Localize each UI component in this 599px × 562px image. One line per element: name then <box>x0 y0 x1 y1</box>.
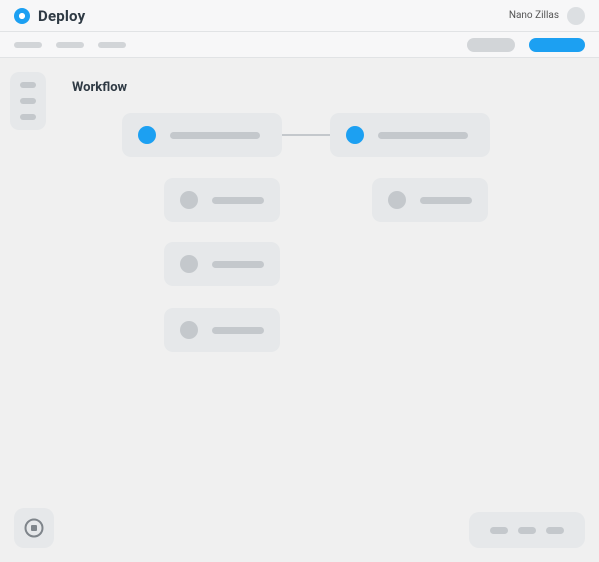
node-label-placeholder <box>420 197 472 204</box>
brand-icon <box>14 8 30 24</box>
node-label-placeholder <box>212 327 264 334</box>
toolbar-item-3[interactable] <box>98 42 126 48</box>
avatar[interactable] <box>567 7 585 25</box>
workflow-node-child-b1[interactable] <box>372 178 488 222</box>
toolbar-left <box>14 42 126 48</box>
node-label-placeholder <box>212 261 264 268</box>
body: Workflow <box>0 58 599 562</box>
node-label-placeholder <box>212 197 264 204</box>
status-dot-icon <box>180 191 198 209</box>
status-dot-icon <box>346 126 364 144</box>
workflow-node-child-a3[interactable] <box>164 308 280 352</box>
workflow-canvas <box>0 58 599 562</box>
node-label-placeholder <box>378 132 468 139</box>
status-dot-icon <box>180 321 198 339</box>
status-dot-icon <box>138 126 156 144</box>
workflow-node-child-a1[interactable] <box>164 178 280 222</box>
toolbar-item-1[interactable] <box>14 42 42 48</box>
toolbar-right <box>467 38 585 52</box>
workflow-node-primary-b[interactable] <box>330 113 490 157</box>
toolbar <box>0 32 599 58</box>
user-area[interactable]: Nano Zillas <box>509 7 585 25</box>
toolbar-primary-button[interactable] <box>529 38 585 52</box>
bottom-action-1[interactable] <box>490 527 508 534</box>
stop-icon <box>24 518 44 538</box>
bottom-actions <box>469 512 585 548</box>
status-dot-icon <box>388 191 406 209</box>
toolbar-secondary-button[interactable] <box>467 38 515 52</box>
status-dot-icon <box>180 255 198 273</box>
bottom-action-2[interactable] <box>518 527 536 534</box>
toolbar-item-2[interactable] <box>56 42 84 48</box>
brand-title: Deploy <box>38 7 85 25</box>
app-header: Deploy Nano Zillas <box>0 0 599 32</box>
brand: Deploy <box>14 7 85 25</box>
user-name: Nano Zillas <box>509 10 559 21</box>
node-label-placeholder <box>170 132 260 139</box>
connector <box>282 134 330 136</box>
workflow-node-child-a2[interactable] <box>164 242 280 286</box>
bottom-action-3[interactable] <box>546 527 564 534</box>
stop-button[interactable] <box>14 508 54 548</box>
workflow-node-primary-a[interactable] <box>122 113 282 157</box>
